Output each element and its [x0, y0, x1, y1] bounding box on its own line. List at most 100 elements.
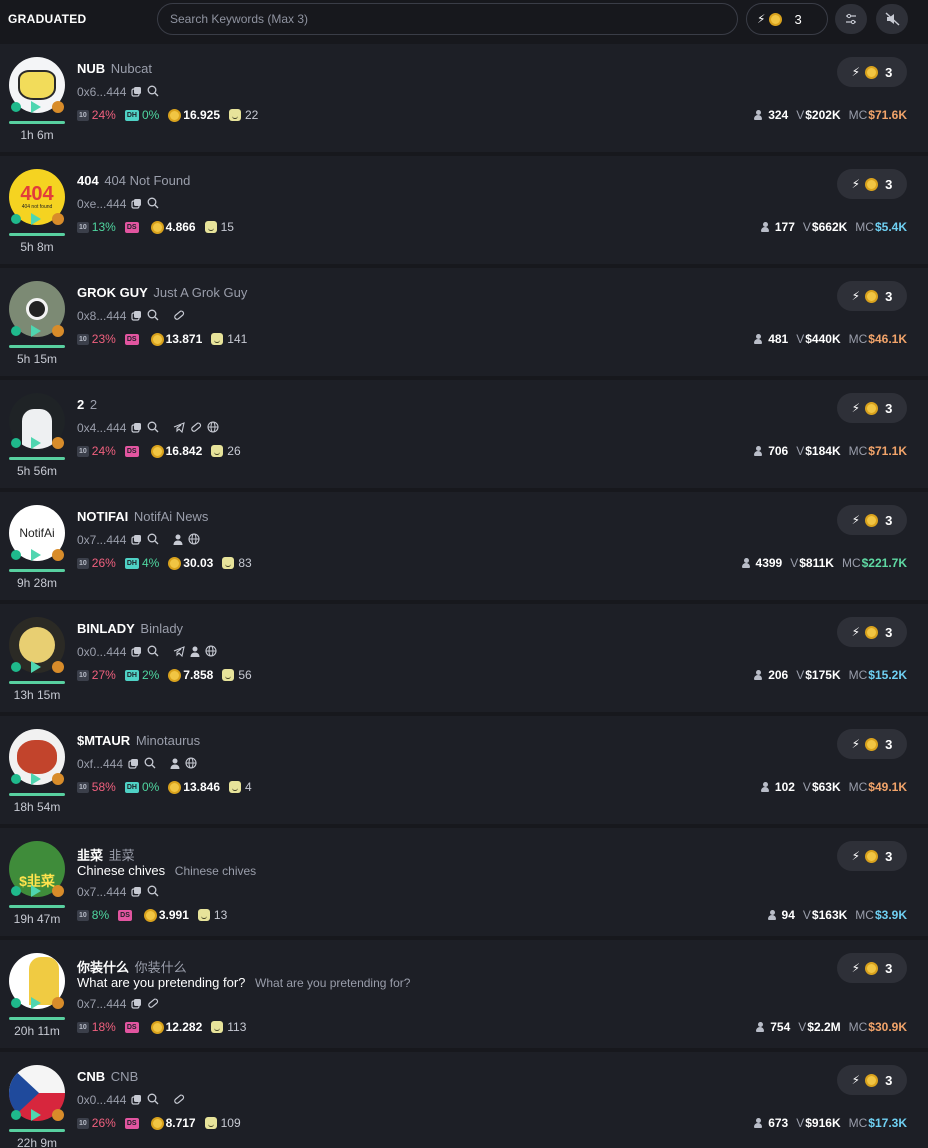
quick-buy-button[interactable]: ⚡ 3: [837, 617, 907, 647]
top10-tag: 10: [77, 557, 89, 569]
token-address[interactable]: 0x4...444: [77, 421, 126, 435]
token-row[interactable]: 22h 9m CNB CNB 0x0...444 10 26% DS 8.717…: [0, 1052, 928, 1148]
dev-tag: DS: [124, 1021, 139, 1033]
user-icon[interactable]: [190, 646, 200, 660]
token-address[interactable]: 0x8...444: [77, 309, 126, 323]
bolt-icon: ⚡: [851, 849, 861, 863]
pump-icon[interactable]: [147, 997, 159, 1012]
token-name-line[interactable]: 404 404 Not Found: [77, 173, 190, 188]
market-stats: 102 V $63K MC $49.1K: [760, 779, 907, 795]
search-input[interactable]: [157, 3, 738, 35]
dev-tag: DS: [124, 221, 139, 233]
search-icon[interactable]: [147, 1093, 159, 1108]
mc-label: MC: [855, 220, 874, 234]
quick-buy-button[interactable]: ⚡ 3: [837, 281, 907, 311]
copy-icon[interactable]: [131, 1094, 142, 1108]
mute-button[interactable]: [876, 4, 908, 34]
copy-icon[interactable]: [128, 758, 139, 772]
token-row[interactable]: 5h 56m 2 2 0x4...444 10 24% DS 16.842 26…: [0, 380, 928, 488]
token-name-line[interactable]: NOTIFAI NotifAi News: [77, 509, 208, 524]
token-address[interactable]: 0x6...444: [77, 85, 126, 99]
token-name-line[interactable]: CNB CNB: [77, 1069, 138, 1084]
search-icon[interactable]: [147, 309, 159, 324]
token-address[interactable]: 0x7...444: [77, 533, 126, 547]
copy-icon[interactable]: [131, 86, 142, 100]
token-address[interactable]: 0xf...444: [77, 757, 123, 771]
token-row[interactable]: $韭菜 19h 47m 韭菜 韭菜 Chinese chives Chinese…: [0, 828, 928, 936]
filter-button[interactable]: [835, 4, 867, 34]
token-age: 20h 11m: [14, 1024, 60, 1038]
token-row[interactable]: 1h 6m NUB Nubcat 0x6...444 10 24% DH 0% …: [0, 44, 928, 152]
token-name-line[interactable]: 韭菜 韭菜: [77, 845, 135, 864]
token-row[interactable]: NotifAi 9h 28m NOTIFAI NotifAi News 0x7.…: [0, 492, 928, 600]
status-dot-icon: [11, 326, 21, 336]
quick-buy-button[interactable]: ⚡ 3: [837, 393, 907, 423]
copy-icon[interactable]: [131, 646, 142, 660]
token-ticker: 404: [77, 173, 99, 188]
token-address-line: 0x7...444: [77, 996, 159, 1012]
copy-icon[interactable]: [131, 534, 142, 548]
search-icon[interactable]: [147, 421, 159, 436]
token-address[interactable]: 0x7...444: [77, 997, 126, 1011]
pump-icon[interactable]: [190, 421, 202, 436]
quick-buy-button[interactable]: ⚡ 3: [837, 953, 907, 983]
token-name: NotifAi News: [133, 509, 209, 524]
bonding-progress: [9, 905, 65, 908]
search-icon[interactable]: [147, 645, 159, 660]
token-age: 19h 47m: [13, 912, 61, 926]
token-row[interactable]: 20h 11m 你装什么 你装什么 What are you pretendin…: [0, 940, 928, 1048]
bonding-progress: [9, 233, 65, 236]
coin-value: 3.991: [158, 908, 189, 922]
volume-label: V: [796, 444, 805, 458]
coin-icon: [865, 737, 879, 751]
quick-buy-button[interactable]: ⚡ 3: [837, 57, 907, 87]
copy-icon[interactable]: [131, 422, 142, 436]
search-icon[interactable]: [147, 85, 159, 100]
avatar-badges: [11, 996, 65, 1010]
token-name-line[interactable]: NUB Nubcat: [77, 61, 152, 76]
token-name-line[interactable]: 你装什么 你装什么: [77, 957, 187, 976]
user-icon[interactable]: [173, 534, 183, 548]
token-address[interactable]: 0x0...444: [77, 1093, 126, 1107]
search-icon[interactable]: [147, 533, 159, 548]
token-name-line[interactable]: 2 2: [77, 397, 97, 412]
token-address[interactable]: 0x0...444: [77, 645, 126, 659]
quick-buy-button[interactable]: ⚡ 3: [837, 505, 907, 535]
token-address[interactable]: 0xe...444: [77, 197, 126, 211]
holders-count: 109: [220, 1116, 241, 1130]
search-icon[interactable]: [144, 757, 156, 772]
search-icon[interactable]: [147, 197, 159, 212]
holders-total: 177: [774, 220, 795, 234]
token-row[interactable]: 404 404 not found 5h 8m 404 404 Not Found…: [0, 156, 928, 264]
globe-icon[interactable]: [188, 532, 200, 548]
telegram-icon[interactable]: [173, 645, 186, 660]
token-name-line[interactable]: GROK GUY Just A Grok Guy: [77, 285, 247, 300]
search-icon[interactable]: [147, 885, 159, 900]
coin-icon: [865, 401, 879, 415]
quick-buy-button[interactable]: ⚡ 3: [837, 169, 907, 199]
pump-icon[interactable]: [173, 1093, 185, 1108]
telegram-icon[interactable]: [173, 421, 186, 436]
token-name-line[interactable]: BINLADY Binlady: [77, 621, 183, 636]
avatar-badges: [11, 436, 65, 450]
copy-icon[interactable]: [131, 198, 142, 212]
quick-buy-button[interactable]: ⚡ 3: [837, 729, 907, 759]
copy-icon[interactable]: [131, 310, 142, 324]
quick-buy-amount[interactable]: ⚡ 3: [746, 3, 828, 35]
token-row[interactable]: 5h 15m GROK GUY Just A Grok Guy 0x8...44…: [0, 268, 928, 376]
token-row[interactable]: 13h 15m BINLADY Binlady 0x0...444 10 27%…: [0, 604, 928, 712]
globe-icon[interactable]: [205, 644, 217, 660]
quick-buy-button[interactable]: ⚡ 3: [837, 841, 907, 871]
globe-icon[interactable]: [185, 756, 197, 772]
globe-icon[interactable]: [207, 420, 219, 436]
token-row[interactable]: 18h 54m $MTAUR Minotaurus 0xf...444 10 5…: [0, 716, 928, 824]
copy-icon[interactable]: [131, 998, 142, 1012]
token-name-line[interactable]: $MTAUR Minotaurus: [77, 733, 200, 748]
user-icon[interactable]: [170, 758, 180, 772]
pump-icon[interactable]: [173, 309, 185, 324]
top10-pct: 27%: [91, 668, 116, 682]
token-address[interactable]: 0x7...444: [77, 885, 126, 899]
holders-count: 141: [227, 332, 248, 346]
quick-buy-button[interactable]: ⚡ 3: [837, 1065, 907, 1095]
copy-icon[interactable]: [131, 886, 142, 900]
